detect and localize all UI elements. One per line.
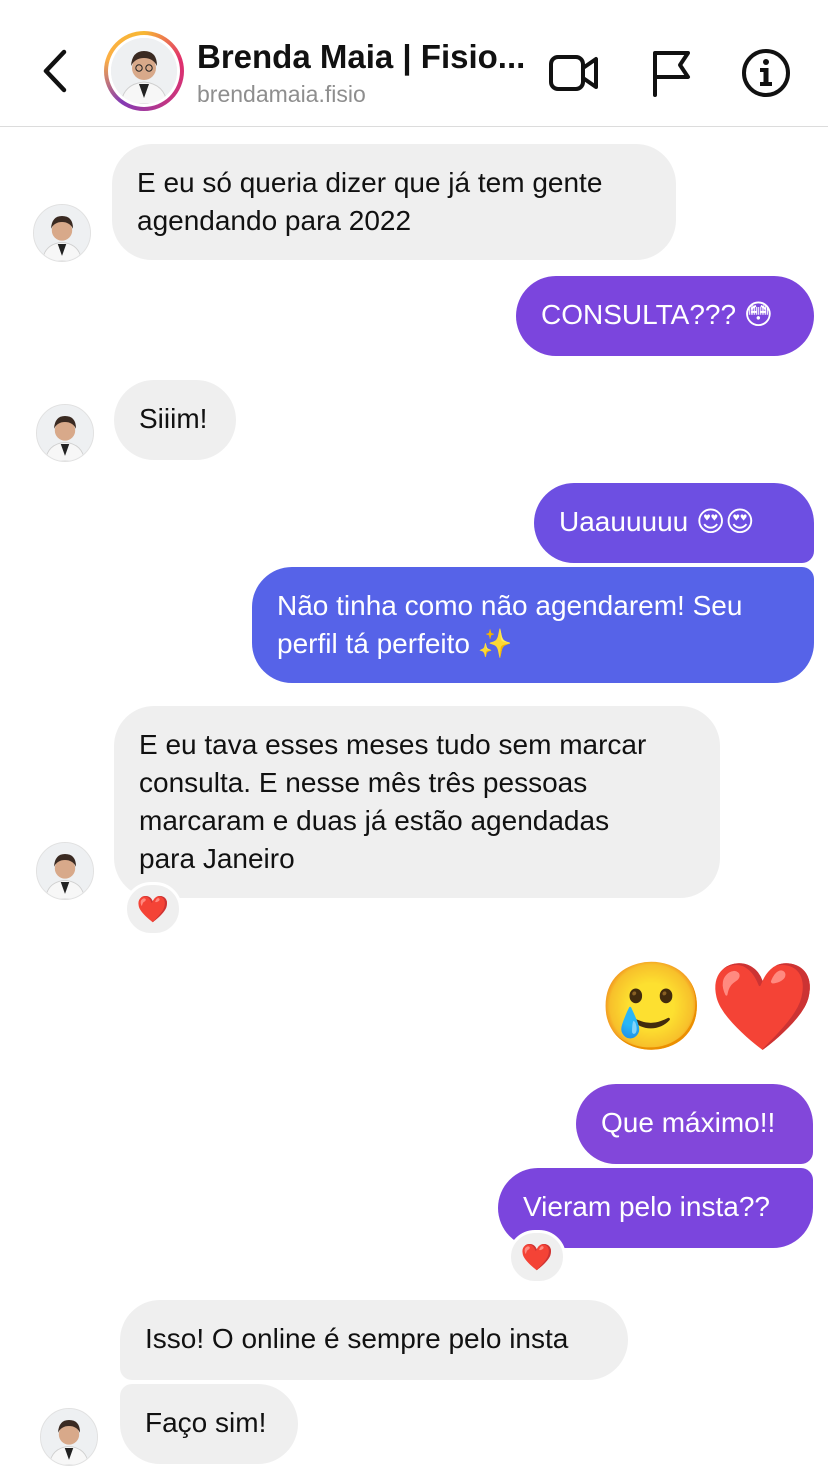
info-icon[interactable] (740, 47, 792, 99)
contact-name[interactable]: Brenda Maia | Fisio... (197, 38, 527, 76)
incoming-message[interactable]: Isso! O online é sempre pelo insta (120, 1300, 628, 1380)
outgoing-message[interactable]: Não tinha como não agendarem! Seu perfil… (252, 567, 814, 683)
avatar-photo (111, 38, 177, 104)
sender-avatar[interactable] (36, 842, 94, 900)
sender-avatar[interactable] (33, 204, 91, 262)
outgoing-message[interactable]: CONSULTA??? 😳 (516, 276, 814, 356)
outgoing-message[interactable]: Uaauuuuu 😍😍 (534, 483, 814, 563)
incoming-message[interactable]: Faço sim! (120, 1384, 298, 1464)
sender-avatar[interactable] (36, 404, 94, 462)
incoming-message[interactable]: E eu tava esses meses tudo sem marcar co… (114, 706, 720, 898)
back-arrow-icon[interactable] (36, 46, 76, 96)
emoji-message[interactable]: 🥲❤️ (598, 952, 820, 1062)
sender-avatar[interactable] (40, 1408, 98, 1466)
flag-icon[interactable] (646, 47, 698, 99)
profile-avatar[interactable] (104, 31, 184, 111)
incoming-message[interactable]: E eu só queria dizer que já tem gente ag… (112, 144, 676, 260)
chat-header: Brenda Maia | Fisio... brendamaia.fisio (0, 0, 828, 127)
heart-reaction[interactable]: ❤️ (508, 1230, 566, 1284)
contact-username: brendamaia.fisio (197, 81, 366, 107)
video-call-icon[interactable] (548, 47, 600, 99)
outgoing-message[interactable]: Que máximo!! (576, 1084, 813, 1164)
incoming-message[interactable]: Siiim! (114, 380, 236, 460)
heart-reaction[interactable]: ❤️ (124, 882, 182, 936)
